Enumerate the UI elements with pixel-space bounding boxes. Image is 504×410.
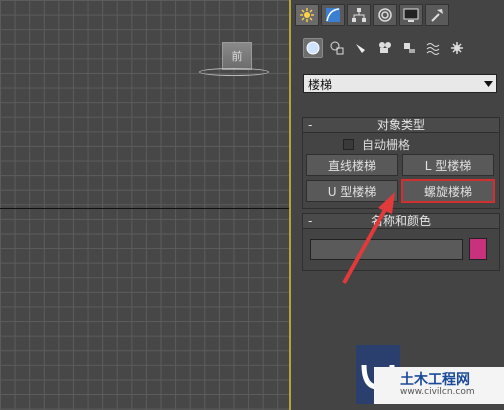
subcategory-dropdown[interactable]: 楼梯 (303, 74, 497, 93)
watermark-box: 土木工程网 www.civilcn.com (374, 367, 504, 404)
name-and-color-header[interactable]: - 名称和颜色 (303, 214, 499, 229)
modify-tab[interactable] (321, 4, 345, 26)
u-type-stair-button[interactable]: U 型楼梯 (306, 180, 398, 202)
geometry-category[interactable] (303, 38, 323, 58)
helpers-icon (404, 43, 415, 53)
viewcube-label: 前 (231, 50, 243, 63)
geometry-icon (306, 41, 320, 55)
object-color-swatch[interactable] (469, 238, 487, 260)
helpers-category[interactable] (399, 38, 419, 58)
command-panel-tabs (295, 4, 449, 28)
l-type-stair-button[interactable]: L 型楼梯 (402, 154, 494, 176)
object-type-header[interactable]: - 对象类型 (303, 118, 499, 133)
shapes-icon (330, 41, 344, 55)
motion-tab-icon (378, 8, 392, 22)
hierarchy-tab-icon (352, 8, 366, 22)
lights-category[interactable] (351, 38, 371, 58)
collapse-icon[interactable]: - (308, 214, 312, 229)
display-tab-icon (403, 8, 419, 22)
shapes-category[interactable] (327, 38, 347, 58)
watermark-title: 土木工程网 (400, 372, 470, 388)
grid-axis-line (0, 208, 291, 209)
auto-grid-label: 自动栅格 (362, 138, 411, 152)
lights-icon (356, 44, 365, 53)
viewcube-ring[interactable] (199, 68, 269, 76)
motion-tab[interactable] (373, 4, 397, 26)
chevron-down-icon[interactable] (480, 75, 496, 92)
object-type-rollout: - 对象类型 自动栅格 直线楼梯 L 型楼梯 U 型楼梯 螺旋楼梯 (302, 117, 500, 209)
hierarchy-tab[interactable] (347, 4, 371, 26)
create-tab[interactable] (295, 4, 319, 26)
utilities-tab-icon (431, 9, 443, 22)
object-type-title: 对象类型 (376, 118, 425, 132)
object-name-field[interactable] (310, 239, 463, 260)
systems-category[interactable] (447, 38, 467, 58)
name-and-color-rollout: - 名称和颜色 (302, 213, 500, 271)
modify-tab-icon (326, 8, 340, 22)
spiral-stair-button[interactable]: 螺旋楼梯 (401, 179, 495, 203)
viewport[interactable]: 前 (0, 0, 291, 410)
straight-stair-button[interactable]: 直线楼梯 (306, 154, 398, 176)
display-tab[interactable] (399, 4, 423, 26)
create-tab-icon (300, 8, 314, 22)
collapse-icon[interactable]: - (308, 118, 312, 133)
watermark: 土木工程网 www.civilcn.com (356, 345, 504, 404)
cameras-icon (379, 42, 391, 53)
watermark-url: www.civilcn.com (400, 387, 475, 397)
auto-grid-option[interactable]: 自动栅格 (343, 136, 410, 153)
utilities-tab[interactable] (425, 4, 449, 26)
object-categories (303, 38, 467, 58)
auto-grid-checkbox[interactable] (343, 139, 354, 150)
systems-icon (451, 42, 463, 54)
spacewarps-icon (426, 43, 440, 55)
viewcube[interactable]: 前 (222, 42, 252, 70)
spacewarps-category[interactable] (423, 38, 443, 58)
cameras-category[interactable] (375, 38, 395, 58)
name-and-color-title: 名称和颜色 (370, 214, 431, 228)
subcategory-value: 楼梯 (308, 78, 333, 92)
